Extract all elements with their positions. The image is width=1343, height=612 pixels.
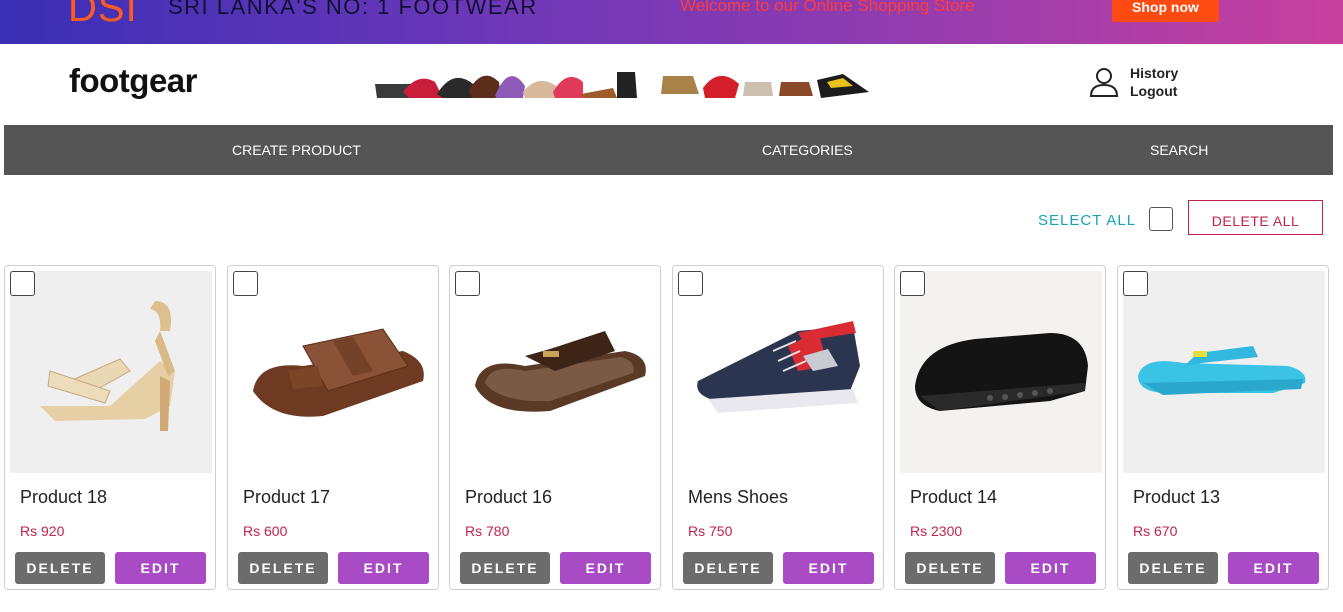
product-image[interactable] [900, 271, 1102, 473]
nav-search[interactable]: SEARCH [1150, 125, 1208, 175]
product-checkbox[interactable] [233, 271, 258, 296]
select-all-checkbox[interactable] [1149, 207, 1173, 231]
product-card: Product 18 Rs 920 DELETE EDIT [4, 265, 216, 590]
brown-thong-sandal-icon [455, 271, 657, 473]
product-checkbox[interactable] [455, 271, 480, 296]
product-price: Rs 600 [243, 523, 288, 539]
edit-button[interactable]: EDIT [783, 552, 874, 584]
main-nav: CREATE PRODUCT CATEGORIES SEARCH [4, 125, 1333, 175]
product-card: Product 13 Rs 670 DELETE EDIT [1117, 265, 1329, 590]
product-checkbox[interactable] [10, 271, 35, 296]
product-image[interactable] [1123, 271, 1325, 473]
edit-button[interactable]: EDIT [115, 552, 206, 584]
nav-create-product[interactable]: CREATE PRODUCT [232, 125, 361, 175]
product-card: Mens Shoes Rs 750 DELETE EDIT [672, 265, 884, 590]
shop-now-button[interactable]: Shop now [1112, 0, 1219, 22]
blue-flip-flop-icon [1123, 271, 1325, 473]
history-link[interactable]: History [1130, 64, 1178, 82]
product-image[interactable] [233, 271, 435, 473]
select-all-label[interactable]: SELECT ALL [1038, 212, 1136, 229]
product-price: Rs 670 [1133, 523, 1178, 539]
product-image[interactable] [455, 271, 657, 473]
product-price: Rs 2300 [910, 523, 963, 539]
product-price: Rs 780 [465, 523, 510, 539]
edit-button[interactable]: EDIT [1005, 552, 1096, 584]
user-icon[interactable] [1088, 66, 1120, 98]
product-checkbox[interactable] [1123, 271, 1148, 296]
product-checkbox[interactable] [678, 271, 703, 296]
product-image[interactable] [10, 271, 212, 473]
product-card: Product 14 Rs 2300 DELETE EDIT [894, 265, 1106, 590]
delete-all-button[interactable]: DELETE ALL [1188, 200, 1323, 235]
promo-tagline: SRI LANKA'S NO: 1 FOOTWEAR [168, 0, 538, 19]
delete-button[interactable]: DELETE [460, 552, 550, 584]
navy-sneaker-icon [678, 271, 880, 473]
product-name: Product 18 [20, 487, 108, 507]
promo-brand: DSI [68, 0, 138, 30]
product-name: Product 17 [243, 487, 331, 507]
promo-welcome-text: Welcome to our Online Shopping Store [680, 0, 975, 15]
product-card: Product 16 Rs 780 DELETE EDIT [449, 265, 661, 590]
delete-button[interactable]: DELETE [238, 552, 328, 584]
nav-categories[interactable]: CATEGORIES [762, 125, 853, 175]
delete-button[interactable]: DELETE [1128, 552, 1218, 584]
edit-button[interactable]: EDIT [560, 552, 651, 584]
product-card: Product 17 Rs 600 DELETE EDIT [227, 265, 439, 590]
product-image[interactable] [678, 271, 880, 473]
product-price: Rs 750 [688, 523, 733, 539]
product-price: Rs 920 [20, 523, 65, 539]
delete-button[interactable]: DELETE [905, 552, 995, 584]
product-name: Product 13 [1133, 487, 1221, 507]
delete-button[interactable]: DELETE [683, 552, 773, 584]
logout-link[interactable]: Logout [1130, 82, 1178, 100]
delete-button[interactable]: DELETE [15, 552, 105, 584]
site-logo[interactable]: footgear [69, 62, 198, 100]
brown-leather-slipper-icon [233, 271, 435, 473]
product-checkbox[interactable] [900, 271, 925, 296]
product-name: Mens Shoes [688, 487, 789, 507]
account-links: History Logout [1130, 64, 1178, 100]
product-name: Product 14 [910, 487, 998, 507]
beige-heel-sandal-icon [10, 271, 212, 473]
shoe-collage-banner [375, 72, 869, 98]
black-clog-icon [900, 271, 1102, 473]
product-name: Product 16 [465, 487, 553, 507]
edit-button[interactable]: EDIT [338, 552, 429, 584]
edit-button[interactable]: EDIT [1228, 552, 1319, 584]
promo-banner: DSI SRI LANKA'S NO: 1 FOOTWEAR Welcome t… [0, 0, 1343, 44]
